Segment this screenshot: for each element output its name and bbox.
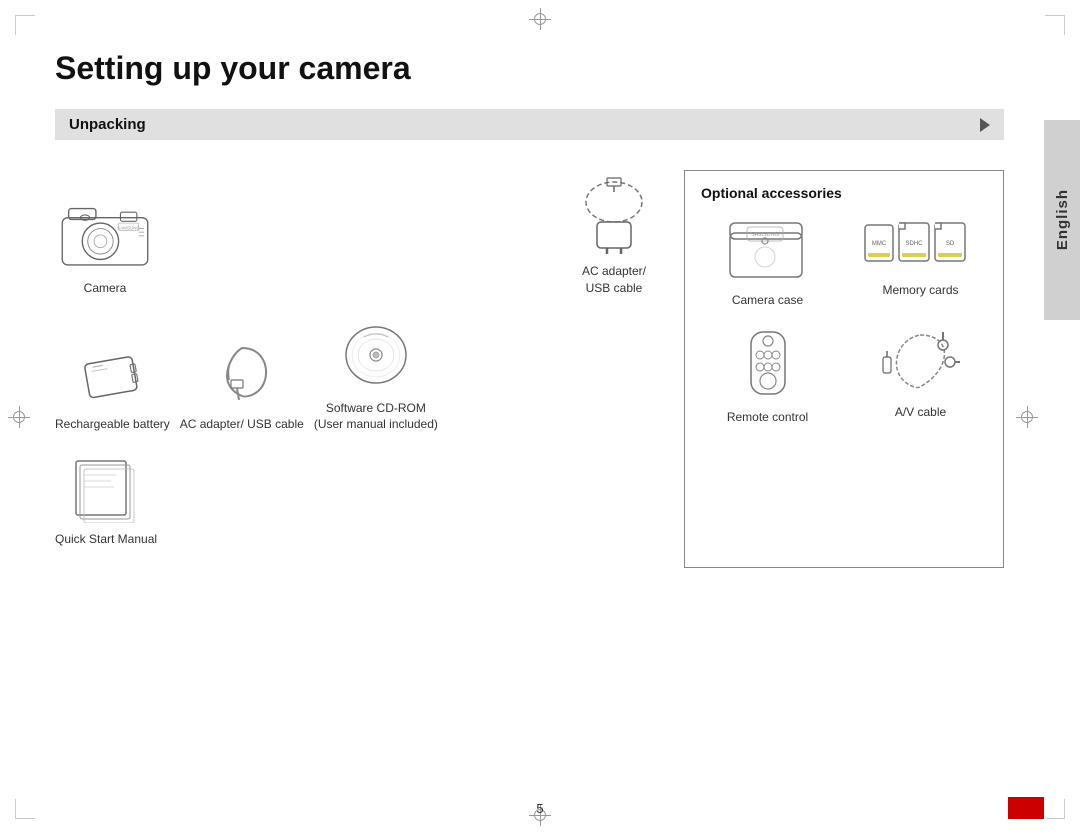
av-cable-icon <box>878 327 963 397</box>
manual-label: Quick Start Manual <box>55 531 157 548</box>
camera-label: Camera <box>84 280 127 297</box>
item-cdrom: Software CD-ROM(User manual included) <box>314 317 438 434</box>
accessories-box: Optional accessories SAMSUNG <box>684 170 1004 568</box>
battery-label: Rechargeable battery <box>55 416 170 433</box>
av-cable-label: A/V cable <box>895 405 946 419</box>
language-label: English <box>1054 189 1071 250</box>
memory-cards-icon: MMC SDHC SD <box>863 215 978 275</box>
corner-mark-tr <box>1045 15 1065 35</box>
items-section: SAMSUNG Camera <box>55 170 664 568</box>
item-battery: Rechargeable battery <box>55 348 170 433</box>
item-manual: Quick Start Manual <box>55 453 157 548</box>
arrow-right-icon <box>980 118 990 132</box>
corner-mark-br <box>1045 799 1065 819</box>
unpacking-label: Unpacking <box>69 116 146 133</box>
items-row-2: Rechargeable battery <box>55 317 664 434</box>
item-camera: SAMSUNG Camera <box>55 197 155 297</box>
remote-label: Remote control <box>727 410 808 424</box>
camera-case-label: Camera case <box>732 293 803 307</box>
accessory-camera-case: SAMSUNG Camera case <box>701 215 834 307</box>
cdrom-icon <box>336 317 416 392</box>
ac-adapter-label: AC adapter/USB cable <box>582 263 646 297</box>
svg-text:SDHC: SDHC <box>905 241 923 247</box>
accessory-memory-cards: MMC SDHC SD <box>854 215 987 307</box>
strap-icon <box>207 338 277 408</box>
accessory-av-cable: A/V cable <box>854 327 987 424</box>
ac-adapter-icon <box>567 170 662 255</box>
accessories-grid: SAMSUNG Camera case <box>701 215 987 424</box>
memory-cards-label: Memory cards <box>882 283 958 297</box>
battery-icon <box>77 348 147 408</box>
svg-text:MMC: MMC <box>872 241 887 247</box>
unpacking-banner: Unpacking <box>55 109 1004 140</box>
strap-label: AC adapter/ USB cable <box>180 416 304 433</box>
page-title: Setting up your camera <box>55 50 1004 87</box>
svg-text:SAMSUNG: SAMSUNG <box>117 226 140 231</box>
items-row-1: SAMSUNG Camera <box>55 170 664 297</box>
main-content: Setting up your camera Unpacking <box>0 0 1044 834</box>
manual-icon <box>66 453 146 523</box>
camera-icon: SAMSUNG <box>55 197 155 272</box>
accessory-remote: Remote control <box>701 327 834 424</box>
page-number: 5 <box>536 801 543 816</box>
language-tab: English <box>1044 120 1080 320</box>
svg-text:SAMSUNG: SAMSUNG <box>751 232 779 238</box>
item-ac-adapter: AC adapter/USB cable <box>564 170 664 297</box>
cdrom-label: Software CD-ROM(User manual included) <box>314 400 438 434</box>
svg-text:SD: SD <box>946 241 955 247</box>
camera-case-icon: SAMSUNG <box>725 215 810 285</box>
accessories-title: Optional accessories <box>701 185 987 201</box>
items-row-3: Quick Start Manual <box>55 453 664 548</box>
content-area: SAMSUNG Camera <box>55 170 1004 568</box>
item-strap: AC adapter/ USB cable <box>180 338 304 433</box>
remote-icon <box>733 327 803 402</box>
